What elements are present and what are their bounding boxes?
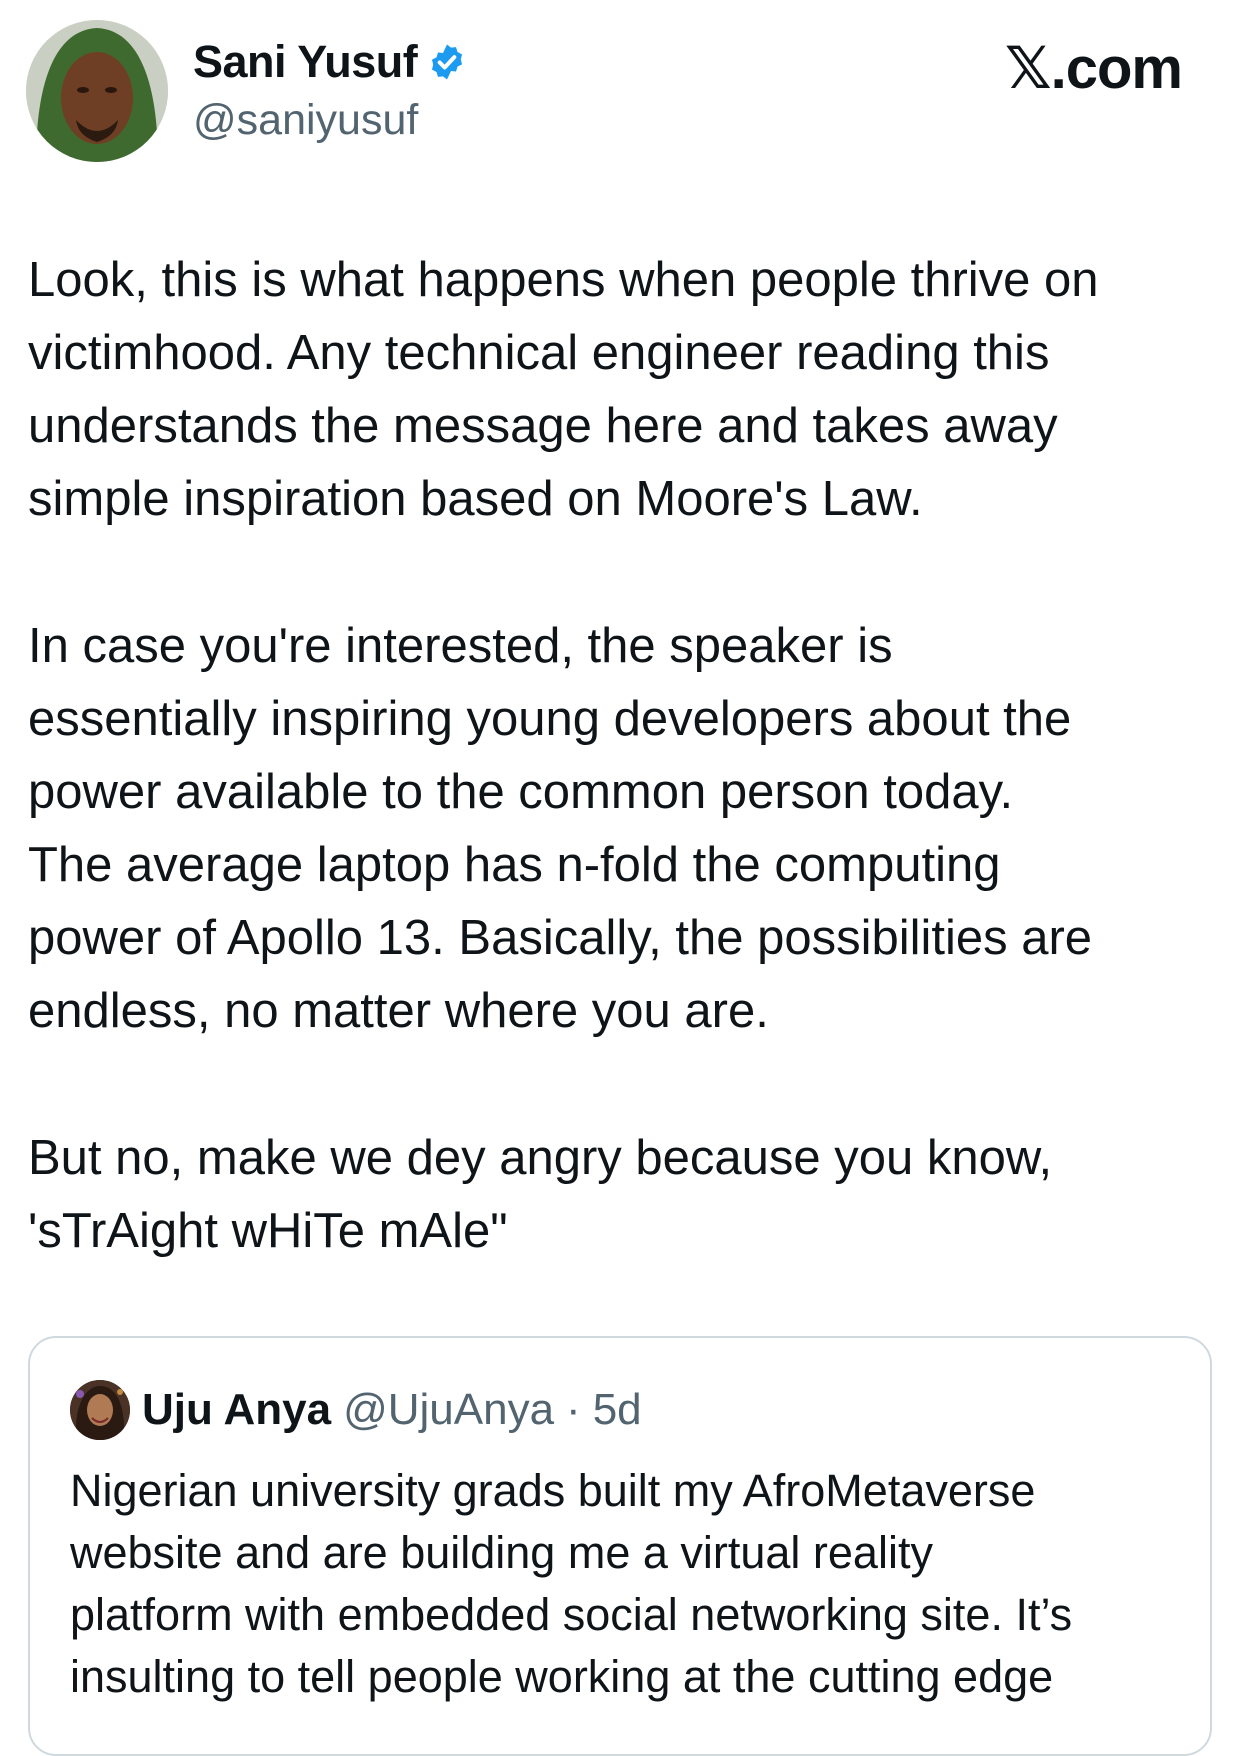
- tweet-paragraph: In case you're interested, the speaker i…: [28, 619, 1093, 1038]
- tweet-paragraph: But no, make we dey angry because you kn…: [28, 1131, 1053, 1258]
- verified-badge-icon: [432, 44, 463, 80]
- profile-photo-icon: [70, 1380, 130, 1440]
- author-handle[interactable]: @saniyusuf: [193, 96, 418, 145]
- author-avatar[interactable]: [26, 20, 168, 162]
- tweet-body: Look, this is what happens when people t…: [28, 244, 1228, 1342]
- quoted-tweet-card[interactable]: Uju Anya @UjuAnya · 5d Nigerian university…: [28, 1336, 1212, 1756]
- quoted-author-handle[interactable]: @UjuAnya: [343, 1385, 554, 1435]
- author-name-row: Sani Yusuf: [193, 36, 467, 88]
- quoted-author-avatar[interactable]: [70, 1380, 130, 1440]
- profile-photo-icon: [26, 20, 168, 162]
- quoted-tweet-time[interactable]: 5d: [593, 1385, 642, 1435]
- x-com-brand: 𝕏.com: [1004, 36, 1183, 101]
- quoted-tweet-header: Uju Anya @UjuAnya · 5d: [70, 1380, 642, 1440]
- quoted-author-name[interactable]: Uju Anya: [142, 1385, 331, 1435]
- tweet-paragraph: Look, this is what happens when people t…: [28, 253, 1099, 526]
- author-name[interactable]: Sani Yusuf: [193, 36, 418, 88]
- quoted-tweet-text: Nigerian university grads built my AfroM…: [70, 1465, 1073, 1702]
- separator-dot: ·: [566, 1385, 581, 1434]
